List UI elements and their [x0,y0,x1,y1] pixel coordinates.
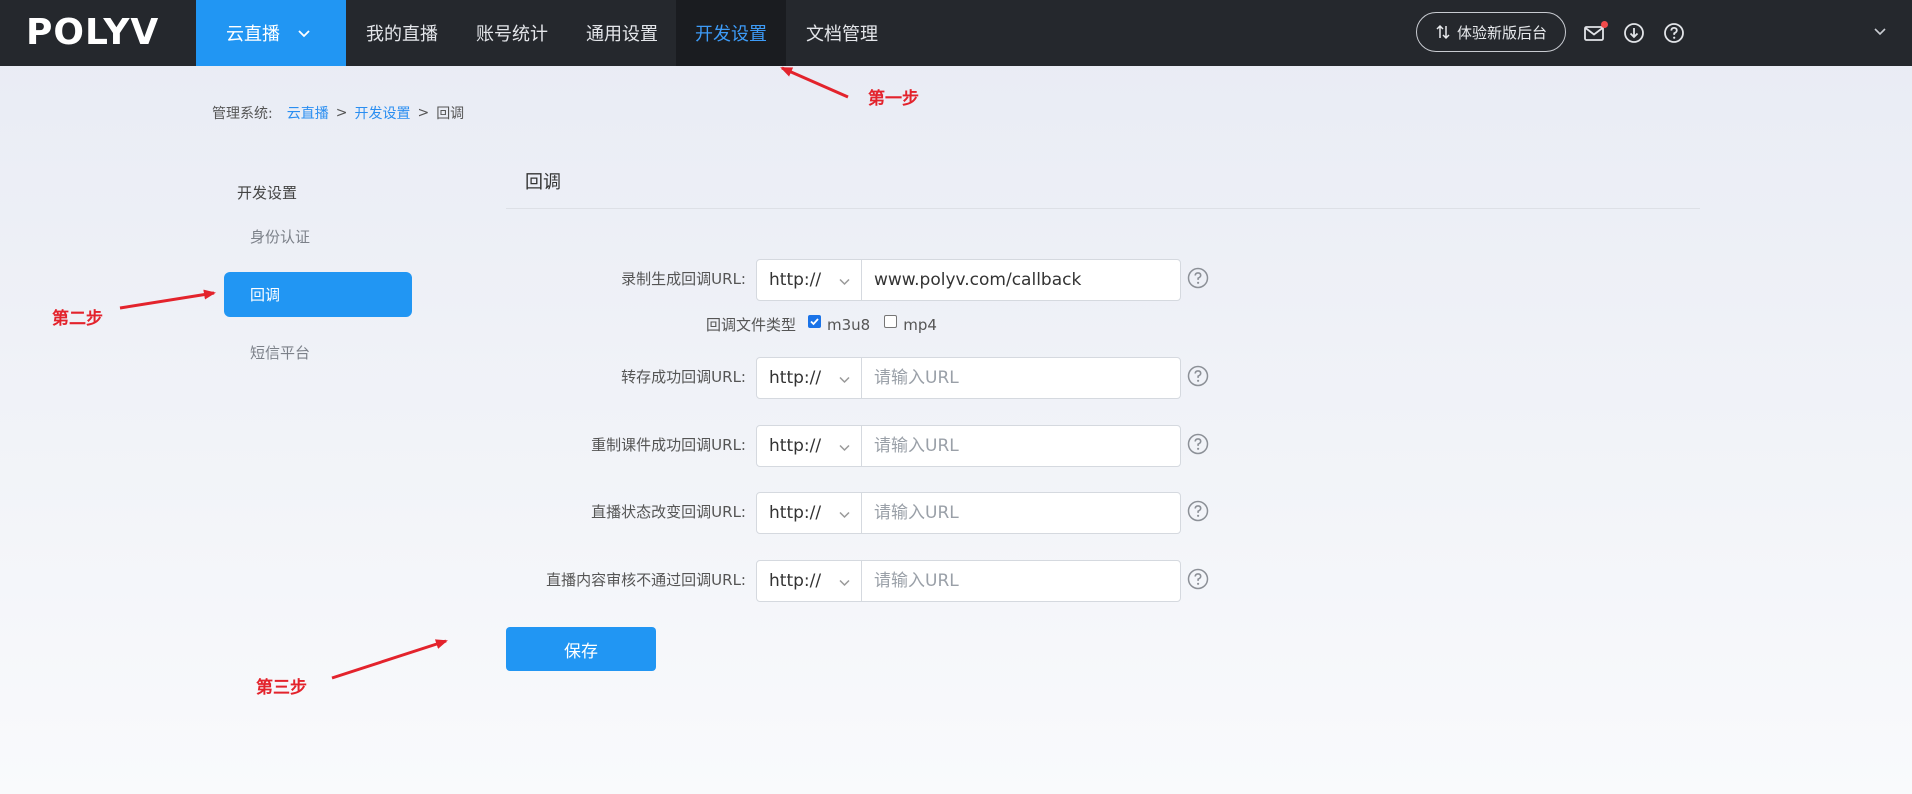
step2-annotation: 第二步 [52,309,103,329]
step3-arrow [331,639,448,680]
step3-annotation: 第三步 [256,678,307,698]
step2-arrow [119,289,216,310]
step1-annotation: 第一步 [868,89,919,109]
step1-arrow [780,66,849,99]
